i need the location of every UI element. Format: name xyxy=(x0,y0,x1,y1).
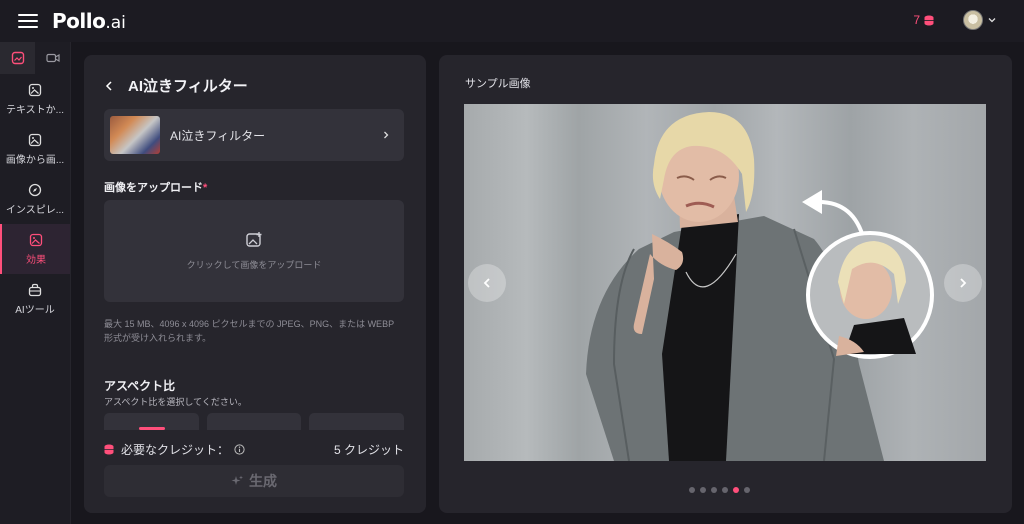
sidebar-item-label: テキストか... xyxy=(5,104,65,116)
image-upload-dropzone[interactable]: クリックして画像をアップロード xyxy=(104,200,404,302)
sidebar-item-effects[interactable]: 効果 xyxy=(0,224,70,274)
image-mode-tab[interactable] xyxy=(0,42,35,74)
page-title: AI泣きフィルター xyxy=(128,78,248,95)
required-credits-row: 必要なクレジット： 5 クレジット xyxy=(104,441,404,458)
panel-footer: 必要なクレジット： 5 クレジット 生成 xyxy=(84,430,426,513)
sidebar-item-text-to-image[interactable]: テキストか... xyxy=(0,74,70,124)
credits-count: 7 xyxy=(913,13,920,27)
sparkle-icon xyxy=(231,475,243,485)
sidebar-item-inspiration[interactable]: インスピレ... xyxy=(0,174,70,224)
generate-button[interactable]: 生成 xyxy=(104,465,404,497)
carousel-dot[interactable] xyxy=(711,487,717,493)
compass-icon xyxy=(28,183,42,196)
chevron-right-icon xyxy=(960,278,967,288)
effect-name: AI泣きフィルター xyxy=(170,128,266,143)
carousel-dots xyxy=(689,487,750,493)
carousel-dot[interactable] xyxy=(722,487,728,493)
image-mode-icon xyxy=(11,51,24,65)
upload-hint: 最大 15 MB、4096 x 4096 ピクセルまでの JPEG、PNG、また… xyxy=(104,319,394,343)
sample-image-title: サンプル画像 xyxy=(465,78,531,90)
preview-panel: サンプル画像 xyxy=(439,55,1012,513)
dropzone-text: クリックして画像をアップロード xyxy=(186,260,322,270)
credits-amount: 5 クレジット xyxy=(333,443,404,457)
sidebar-item-label: 効果 xyxy=(26,254,46,266)
chevron-down-icon xyxy=(988,18,996,23)
sidebar: テキストか... 画像から画... インスピレ... 効果 AIツール xyxy=(0,42,71,524)
sidebar-item-label: インスピレ... xyxy=(5,204,65,216)
settings-panel: AI泣きフィルター AI泣きフィルター 画像をアップロード* クリックして画像を… xyxy=(84,55,426,513)
top-bar: Pollo.ai 7 xyxy=(0,0,1024,42)
carousel-dot[interactable] xyxy=(744,487,750,493)
aspect-ratio-title: アスペクト比 xyxy=(104,379,176,393)
sample-image xyxy=(464,104,986,461)
credits-label: 必要なクレジット： xyxy=(121,443,230,457)
toolbox-icon xyxy=(28,283,42,296)
sidebar-item-label: AIツール xyxy=(15,304,55,316)
generate-label: 生成 xyxy=(249,473,277,489)
carousel-dot[interactable] xyxy=(689,487,695,493)
upload-label-text: 画像をアップロード xyxy=(104,182,203,194)
user-menu[interactable] xyxy=(963,10,996,30)
sample-image-illustration xyxy=(586,112,934,461)
sidebar-item-ai-tools[interactable]: AIツール xyxy=(0,274,70,324)
hamburger-menu-icon[interactable] xyxy=(18,14,38,28)
image-sparkle-icon xyxy=(28,133,42,146)
logo[interactable]: Pollo.ai xyxy=(52,9,126,33)
video-camera-icon xyxy=(45,53,60,63)
required-mark: * xyxy=(203,182,208,194)
chevron-left-icon xyxy=(483,278,490,288)
info-icon[interactable] xyxy=(234,444,245,455)
next-image-button[interactable] xyxy=(944,264,982,302)
logo-suffix: .ai xyxy=(105,13,126,33)
video-mode-tab[interactable] xyxy=(35,42,70,74)
panel-header: AI泣きフィルター xyxy=(104,75,248,96)
sidebar-item-image-to-image[interactable]: 画像から画... xyxy=(0,124,70,174)
image-sparkle-icon xyxy=(28,83,42,96)
chevron-right-icon xyxy=(384,131,389,139)
image-upload-icon xyxy=(246,232,262,247)
mode-toggle xyxy=(0,42,70,74)
credits-indicator[interactable]: 7 xyxy=(913,13,934,27)
coin-stack-icon xyxy=(924,15,934,25)
previous-image-button[interactable] xyxy=(468,264,506,302)
sidebar-item-label: 画像から画... xyxy=(5,154,65,166)
aspect-ratio-subtitle: アスペクト比を選択してください。 xyxy=(104,397,247,407)
carousel-dot[interactable] xyxy=(700,487,706,493)
effect-thumbnail xyxy=(110,116,160,154)
back-arrow-icon[interactable] xyxy=(104,80,114,91)
carousel-dot-active[interactable] xyxy=(733,487,739,493)
effects-icon xyxy=(29,233,43,246)
logo-text: Pollo xyxy=(52,9,106,33)
coin-stack-icon xyxy=(104,444,114,455)
upload-label: 画像をアップロード* xyxy=(104,179,207,195)
avatar xyxy=(963,10,983,30)
effect-selector[interactable]: AI泣きフィルター xyxy=(104,109,404,161)
